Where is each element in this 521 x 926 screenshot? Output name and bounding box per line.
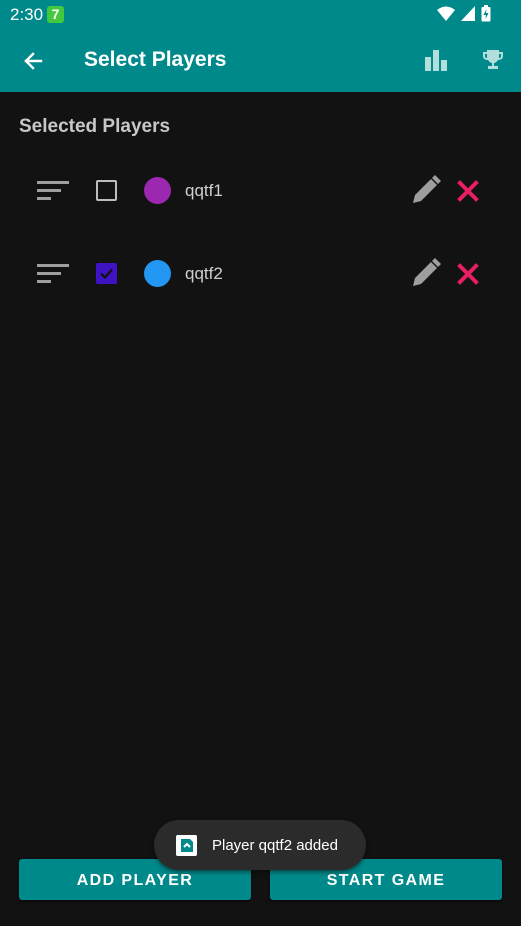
player-color-dot [144, 177, 171, 204]
app-icon [176, 835, 197, 856]
wifi-icon [437, 6, 455, 21]
app-bar: Select Players [0, 30, 521, 92]
status-time: 2:30 [10, 5, 44, 24]
signal-icon [461, 6, 475, 21]
player-row: qqtf2 [0, 257, 521, 320]
bar-chart-icon[interactable] [425, 49, 449, 73]
pencil-icon[interactable] [410, 174, 442, 206]
player-name: qqtf1 [185, 181, 223, 200]
player-color-dot [144, 260, 171, 287]
drag-handle-icon[interactable] [37, 262, 69, 286]
arrow-left-icon[interactable] [18, 46, 48, 76]
pencil-icon[interactable] [410, 257, 442, 289]
status-bar: 2:30 7 [0, 0, 521, 30]
toast: Player qqtf2 added [154, 820, 366, 870]
battery-icon [481, 5, 491, 22]
player-row: qqtf1 [0, 174, 521, 237]
check-icon [100, 268, 113, 280]
delete-icon[interactable] [457, 263, 479, 285]
player-checkbox[interactable] [96, 263, 117, 284]
player-checkbox[interactable] [96, 180, 117, 201]
section-title: Selected Players [19, 116, 171, 137]
page-title: Select Players [84, 48, 227, 71]
notification-badge-icon: 7 [47, 6, 64, 23]
trophy-icon[interactable] [481, 48, 505, 72]
system-icons [437, 5, 491, 22]
toast-message: Player qqtf2 added [212, 837, 338, 854]
player-name: qqtf2 [185, 264, 223, 283]
delete-icon[interactable] [457, 180, 479, 202]
drag-handle-icon[interactable] [37, 179, 69, 203]
